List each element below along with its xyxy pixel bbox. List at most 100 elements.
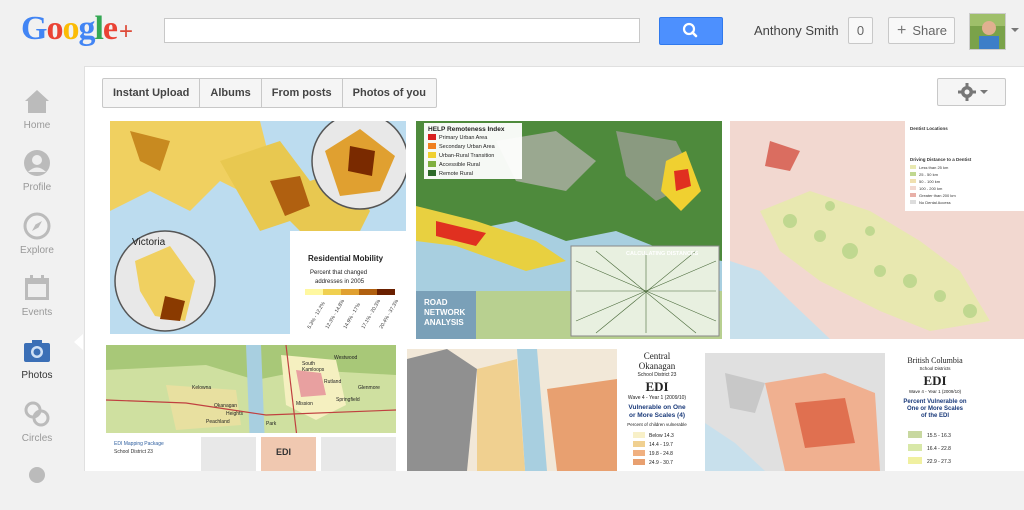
legend-label: Secondary Urban Area [439, 144, 496, 150]
sidebar-item-more[interactable] [0, 448, 74, 510]
legend-label: Urban-Rural Transition [439, 153, 494, 159]
map-place-label: Okanagan [214, 403, 237, 409]
region-title: Central [644, 351, 671, 361]
top-bar: Google+ Anthony Smith 0 + Share [0, 0, 1024, 64]
map-place-label: Peachland [206, 419, 230, 425]
map-place-label: Springfield [336, 397, 360, 403]
sidebar-item-label: Photos [21, 370, 53, 381]
legend-label: Remote Rural [439, 171, 473, 177]
sidebar-item-circles[interactable]: Circles [0, 387, 74, 449]
description: Percent of children vulnerable [627, 422, 687, 427]
vulnerability-title: of the EDI [921, 413, 949, 419]
map-place-label: Park [266, 421, 277, 427]
legend-label: 25 - 50 km [919, 172, 939, 177]
map-place-label: Glenmore [358, 385, 380, 391]
plus-icon: + [897, 22, 907, 39]
region-title: British Columbia [907, 356, 963, 365]
map-place-label: Mission [296, 401, 313, 407]
active-pointer [74, 334, 83, 350]
sidebar-item-label: Events [21, 307, 53, 318]
legend-label: Accessible Rural [439, 162, 480, 168]
vulnerability-title: or More Scales (4) [629, 412, 685, 419]
circles-icon [24, 401, 50, 427]
footer-text: EDI Mapping Package [114, 441, 164, 447]
photo-grid: Victoria Residential Mobility Percent th… [85, 121, 1024, 471]
sidebar-item-label: Explore [20, 245, 54, 256]
photos-tabs: Instant Upload Albums From posts Photos … [102, 78, 437, 108]
user-name[interactable]: Anthony Smith [754, 23, 839, 38]
legend-label: Greater than 200 km [919, 193, 956, 198]
district-label: School Districts [919, 366, 951, 371]
legend-label: Below 14.3 [649, 433, 674, 439]
calendar-icon [25, 275, 49, 300]
caption-line: NETWORK [424, 308, 466, 317]
gear-icon [958, 83, 976, 101]
sidebar-item-profile[interactable]: Profile [0, 136, 74, 198]
legend-label: No Dental Access [919, 200, 951, 205]
camera-icon [24, 340, 50, 362]
map-place-label: Westwood [334, 355, 357, 361]
legend-label: 22.9 - 27.3 [927, 459, 951, 465]
legend-title: Driving Distance to a Dentist [910, 157, 972, 162]
search-input[interactable] [164, 18, 640, 43]
search-button[interactable] [659, 17, 723, 45]
sidebar-item-events[interactable]: Events [0, 261, 74, 323]
sidebar-item-label: Circles [21, 433, 53, 444]
avatar[interactable] [969, 13, 1006, 50]
tab-from-posts[interactable]: From posts [262, 79, 343, 107]
wave-label: Wave 4 - Year 1 (2009/10) [909, 389, 962, 394]
vulnerability-title: One or More Scales [907, 406, 964, 412]
legend-title: Dentist Locations [910, 126, 948, 131]
vulnerability-title: Percent Vulnerable on [903, 399, 966, 405]
share-button[interactable]: + Share [888, 17, 955, 44]
tab-albums[interactable]: Albums [200, 79, 262, 107]
region-title: Okanagan [639, 361, 676, 371]
settings-button[interactable] [937, 78, 1006, 106]
share-label: Share [912, 23, 948, 38]
photo-residential-mobility-map[interactable]: Victoria Residential Mobility Percent th… [110, 121, 406, 334]
legend-label: Less than 25 km [919, 165, 949, 170]
legend-label: 16.4 - 22.8 [927, 446, 951, 452]
sidebar-item-label: Home [23, 120, 51, 131]
photo-okanagan-neighbourhoods-map[interactable]: South Kamloops Westwood Kelowna Rutland … [106, 345, 396, 471]
legend-label: 50 - 100 km [919, 179, 941, 184]
home-icon [25, 90, 49, 113]
vulnerability-title: Vulnerable on One [628, 404, 686, 411]
map-title: Residential Mobility [308, 254, 384, 263]
sidebar-item-home[interactable]: Home [0, 74, 74, 136]
search-icon [682, 22, 698, 38]
photo-remoteness-index-map[interactable]: HELP Remoteness Index Primary Urban Area… [416, 121, 722, 339]
photo-central-okanagan-edi-map[interactable]: Central Okanagan School District 23 EDI … [407, 349, 699, 471]
photo-dentist-distance-map[interactable]: Dentist Locations Driving Distance to a … [730, 121, 1024, 339]
legend-label: 24.9 - 30.7 [649, 460, 673, 466]
caption-line: ROAD [424, 298, 448, 307]
map-place-label: Victoria [132, 237, 166, 248]
tab-photos-of-you[interactable]: Photos of you [343, 79, 436, 107]
tab-instant-upload[interactable]: Instant Upload [103, 79, 201, 107]
photos-panel: Instant Upload Albums From posts Photos … [84, 66, 1024, 471]
sidebar-item-photos[interactable]: Photos [0, 324, 74, 386]
legend-label: 100 - 200 km [919, 186, 943, 191]
legend-label: Primary Urban Area [439, 135, 488, 141]
sidebar: Home Profile Explore Events Photos Circl… [0, 66, 74, 483]
district-label: School District 23 [638, 372, 677, 378]
sidebar-item-label: Profile [22, 182, 52, 193]
google-plus-logo[interactable]: Google+ [21, 10, 133, 48]
edi-label: EDI [276, 447, 291, 457]
edi-label: EDI [923, 373, 946, 388]
map-subtitle: Percent that changed [310, 270, 367, 276]
sidebar-item-explore[interactable]: Explore [0, 199, 74, 261]
more-icon [29, 467, 45, 483]
map-place-label: Kelowna [192, 385, 211, 391]
map-place-label: Kamloops [302, 367, 325, 373]
chevron-down-icon[interactable] [1011, 28, 1019, 32]
notification-count[interactable]: 0 [848, 17, 873, 44]
legend-label: 19.8 - 24.8 [649, 451, 673, 457]
photo-british-columbia-edi-map[interactable]: British Columbia School Districts EDI Wa… [705, 353, 985, 471]
map-subtitle: addresses in 2005 [315, 279, 365, 285]
legend-label: 15.5 - 16.3 [927, 433, 951, 439]
legend-title: HELP Remoteness Index [428, 126, 505, 133]
footer-text: School District 23 [114, 449, 153, 455]
chevron-down-icon [980, 90, 988, 94]
inset-title: CALCULATING DISTANCES [626, 251, 699, 257]
